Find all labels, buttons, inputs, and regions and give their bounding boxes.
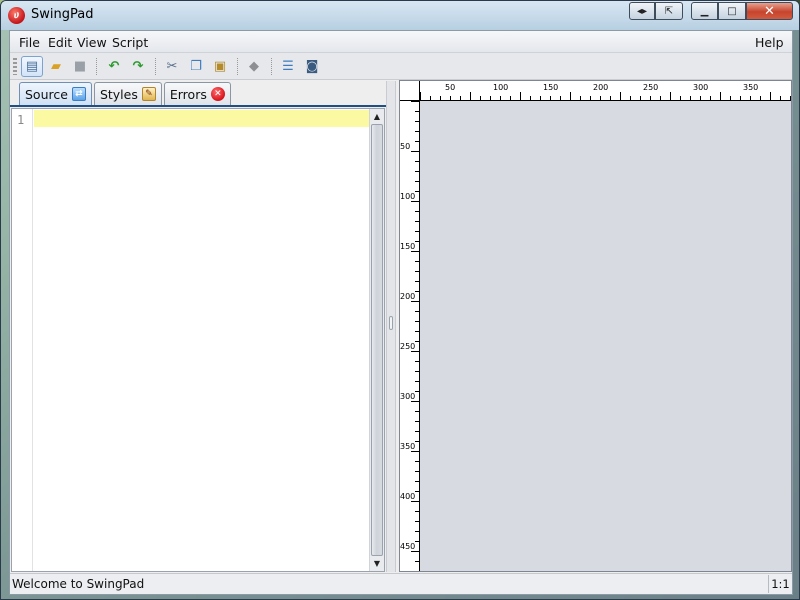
app-client-area: File Edit View Script Help ▤ ▰ ■ ↶ ↷ ✂ ❐… (9, 30, 793, 595)
ruler-label: 450 (400, 542, 416, 551)
ruler-label: 250 (643, 83, 659, 92)
minimize-button[interactable]: ▁ (691, 2, 718, 20)
source-icon: ⇄ (71, 87, 86, 101)
minimize-icon: ▁ (700, 5, 709, 17)
save-icon: ■ (73, 59, 87, 74)
scroll-up-arrow-icon[interactable]: ▲ (370, 109, 384, 123)
toolbar-separator (237, 58, 238, 75)
errors-icon: ✕ (210, 87, 225, 101)
ruler-label: 300 (400, 392, 416, 401)
ruler-label: 50 (400, 142, 411, 151)
ruler-label: 400 (400, 492, 416, 501)
maximize-icon: □ (727, 5, 737, 17)
ruler-label: 200 (593, 83, 609, 92)
status-bar: Welcome to SwingPad 1:1 (10, 573, 792, 594)
preview-canvas[interactable] (421, 102, 791, 571)
ruler-label: 350 (743, 83, 759, 92)
ruler-label: 250 (400, 342, 416, 351)
menu-view[interactable]: View (77, 35, 107, 50)
toolbar-separator (155, 58, 156, 75)
snapshot-camera-icon: ◙ (305, 59, 319, 74)
paste-icon: ▣ (213, 59, 227, 74)
styles-icon: ✎ (141, 87, 156, 101)
toolbar: ▤ ▰ ■ ↶ ↷ ✂ ❐ ▣ ◆ ☰ ◙ (10, 53, 792, 80)
tab-source[interactable]: Source ⇄ (19, 82, 92, 105)
divider-grip-handle[interactable] (389, 316, 393, 330)
menu-file[interactable]: File (19, 35, 40, 50)
undo-icon: ↶ (108, 59, 120, 74)
open-button[interactable]: ▰ (45, 56, 67, 77)
new-document-button[interactable]: ▤ (21, 56, 43, 77)
status-message: Welcome to SwingPad (12, 577, 145, 591)
cut-button[interactable]: ✂ (161, 56, 183, 77)
left-right-arrows-icon: ◂▸ (636, 5, 648, 17)
scroll-down-arrow-icon[interactable]: ▼ (370, 556, 384, 570)
exit-arrow-icon: ⇱ (664, 5, 674, 17)
tab-label: Source (25, 86, 68, 102)
toolbar-separator (271, 58, 272, 75)
horizontal-ruler: 50 100 150 200 250 300 350 (420, 81, 791, 101)
ruler-label: 150 (400, 242, 416, 251)
line-number: 1 (17, 113, 25, 127)
copy-icon: ❐ (190, 59, 202, 74)
ruler-label: 300 (693, 83, 709, 92)
save-button[interactable]: ■ (69, 56, 91, 77)
source-pane: Source ⇄ Styles ✎ Errors ✕ 1 ▲ ▼ (10, 81, 386, 572)
preview-pane: 50 100 150 200 250 300 350 50 100 150 20… (399, 80, 792, 572)
tab-underline (10, 105, 386, 107)
split-view-icon: ☰ (282, 59, 294, 74)
undo-button[interactable]: ↶ (103, 56, 125, 77)
menu-script[interactable]: Script (112, 35, 148, 50)
run-script-button[interactable]: ◆ (243, 56, 265, 77)
open-folder-icon: ▰ (51, 59, 61, 74)
tab-errors[interactable]: Errors ✕ (163, 82, 231, 105)
tab-styles[interactable]: Styles ✎ (93, 82, 162, 105)
vertical-scrollbar[interactable]: ▲ ▼ (369, 109, 384, 571)
snapshot-button[interactable]: ◙ (301, 56, 323, 77)
scrollbar-thumb[interactable] (371, 124, 383, 556)
ruler-label: 100 (493, 83, 509, 92)
copy-button[interactable]: ❐ (185, 56, 207, 77)
tab-strip: Source ⇄ Styles ✎ Errors ✕ (19, 82, 233, 105)
ruler-label: 200 (400, 292, 416, 301)
menu-help[interactable]: Help (755, 35, 784, 50)
line-number-gutter: 1 (12, 109, 33, 571)
tab-label: Errors (169, 86, 207, 102)
ruler-label: 350 (400, 442, 416, 451)
pin-window-button[interactable]: ⇱ (655, 2, 683, 20)
paste-button[interactable]: ▣ (209, 56, 231, 77)
menu-bar: File Edit View Script Help (10, 31, 792, 53)
swingpad-app-icon[interactable]: ሀ (8, 7, 25, 24)
new-document-icon: ▤ (25, 59, 39, 74)
toolbar-separator (96, 58, 97, 75)
close-icon: ✕ (764, 3, 775, 19)
ruler-label: 150 (543, 83, 559, 92)
close-button[interactable]: ✕ (746, 2, 793, 20)
switch-windows-button[interactable]: ◂▸ (629, 2, 655, 20)
swingpad-window: ሀ SwingPad ◂▸ ⇱ ▁ □ ✕ File Edit View Scr… (0, 0, 800, 600)
menu-edit[interactable]: Edit (48, 35, 72, 50)
toolbar-grip[interactable] (13, 58, 17, 75)
run-script-icon: ◆ (249, 59, 259, 74)
caption-buttons: ◂▸ ⇱ ▁ □ ✕ (629, 2, 793, 21)
redo-icon: ↷ (132, 59, 144, 74)
ruler-label: 100 (400, 192, 416, 201)
redo-button[interactable]: ↷ (127, 56, 149, 77)
ruler-corner (400, 81, 420, 101)
split-pane-divider[interactable] (386, 81, 396, 572)
cut-icon: ✂ (166, 59, 178, 74)
maximize-button[interactable]: □ (718, 2, 746, 20)
cursor-position: 1:1 (768, 575, 792, 593)
source-editor[interactable]: 1 ▲ ▼ (11, 108, 385, 572)
ruler-label: 50 (445, 83, 456, 92)
vertical-ruler: 50 100 150 200 250 300 350 400 450 (400, 101, 420, 571)
window-title: SwingPad (31, 7, 94, 22)
title-bar[interactable]: ሀ SwingPad ◂▸ ⇱ ▁ □ ✕ (1, 1, 799, 30)
current-line-highlight[interactable] (34, 110, 369, 127)
tab-label: Styles (99, 86, 138, 102)
split-view-button[interactable]: ☰ (277, 56, 299, 77)
